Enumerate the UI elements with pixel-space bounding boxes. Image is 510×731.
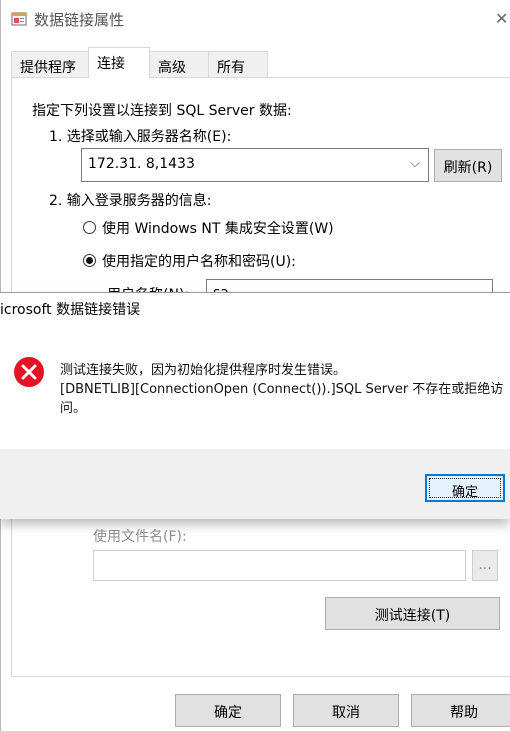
error-line-3: 问。 — [60, 401, 87, 416]
step1-label: 1. 选择或输入服务器名称(E): — [49, 129, 232, 145]
radio-windows-label: 使用 Windows NT 集成安全设置(W) — [102, 221, 334, 237]
server-value: 172.31. 8,1433 — [88, 156, 195, 172]
close-icon[interactable]: ✕ — [495, 9, 508, 28]
cancel-button[interactable]: 取消 — [293, 694, 399, 727]
intro-text: 指定下列设置以连接到 SQL Server 数据: — [32, 103, 292, 119]
refresh-button[interactable]: 刷新(R) — [434, 149, 502, 182]
chevron-down-icon[interactable]: ⌵ — [410, 156, 420, 171]
tab-all[interactable]: 所有 — [208, 51, 268, 77]
step2-label: 2. 输入登录服务器的信息: — [49, 193, 212, 209]
error-title: icrosoft 数据链接错误 — [0, 302, 141, 318]
ok-button[interactable]: 确定 — [175, 694, 281, 727]
error-ok-button[interactable]: 确定 — [425, 474, 505, 502]
tab-advanced[interactable]: 高级 — [149, 51, 209, 77]
error-line-1: 测试连接失败，因为初始化提供程序时发生错误。 — [60, 363, 347, 378]
test-connection-button[interactable]: 测试连接(T) — [325, 597, 500, 630]
tab-provider[interactable]: 提供程序 — [11, 51, 89, 77]
error-dialog: icrosoft 数据链接错误 测试连接失败，因为初始化提供程序时发生错误。 [… — [0, 292, 510, 519]
server-combobox[interactable]: 172.31. 8,1433 ⌵ — [81, 148, 429, 182]
radio-windows-auth[interactable] — [83, 221, 96, 234]
use-filename-label: 使用文件名(F): — [93, 529, 187, 545]
error-line-2: [DBNETLIB][ConnectionOpen (Connect()).]S… — [60, 382, 504, 397]
data-link-icon — [11, 12, 27, 26]
radio-specific-label: 使用指定的用户名称和密码(U): — [102, 254, 296, 270]
error-title-bar: icrosoft 数据链接错误 — [0, 293, 510, 323]
error-icon — [14, 357, 44, 387]
help-button[interactable]: 帮助 — [411, 694, 510, 727]
tab-connection[interactable]: 连接 — [88, 47, 150, 78]
title-bar: 数据链接属性 ✕ — [1, 0, 510, 38]
radio-specific-user[interactable] — [83, 254, 96, 267]
browse-button[interactable]: ... — [472, 550, 498, 581]
filename-input[interactable] — [93, 550, 466, 581]
window-title: 数据链接属性 — [34, 11, 125, 29]
